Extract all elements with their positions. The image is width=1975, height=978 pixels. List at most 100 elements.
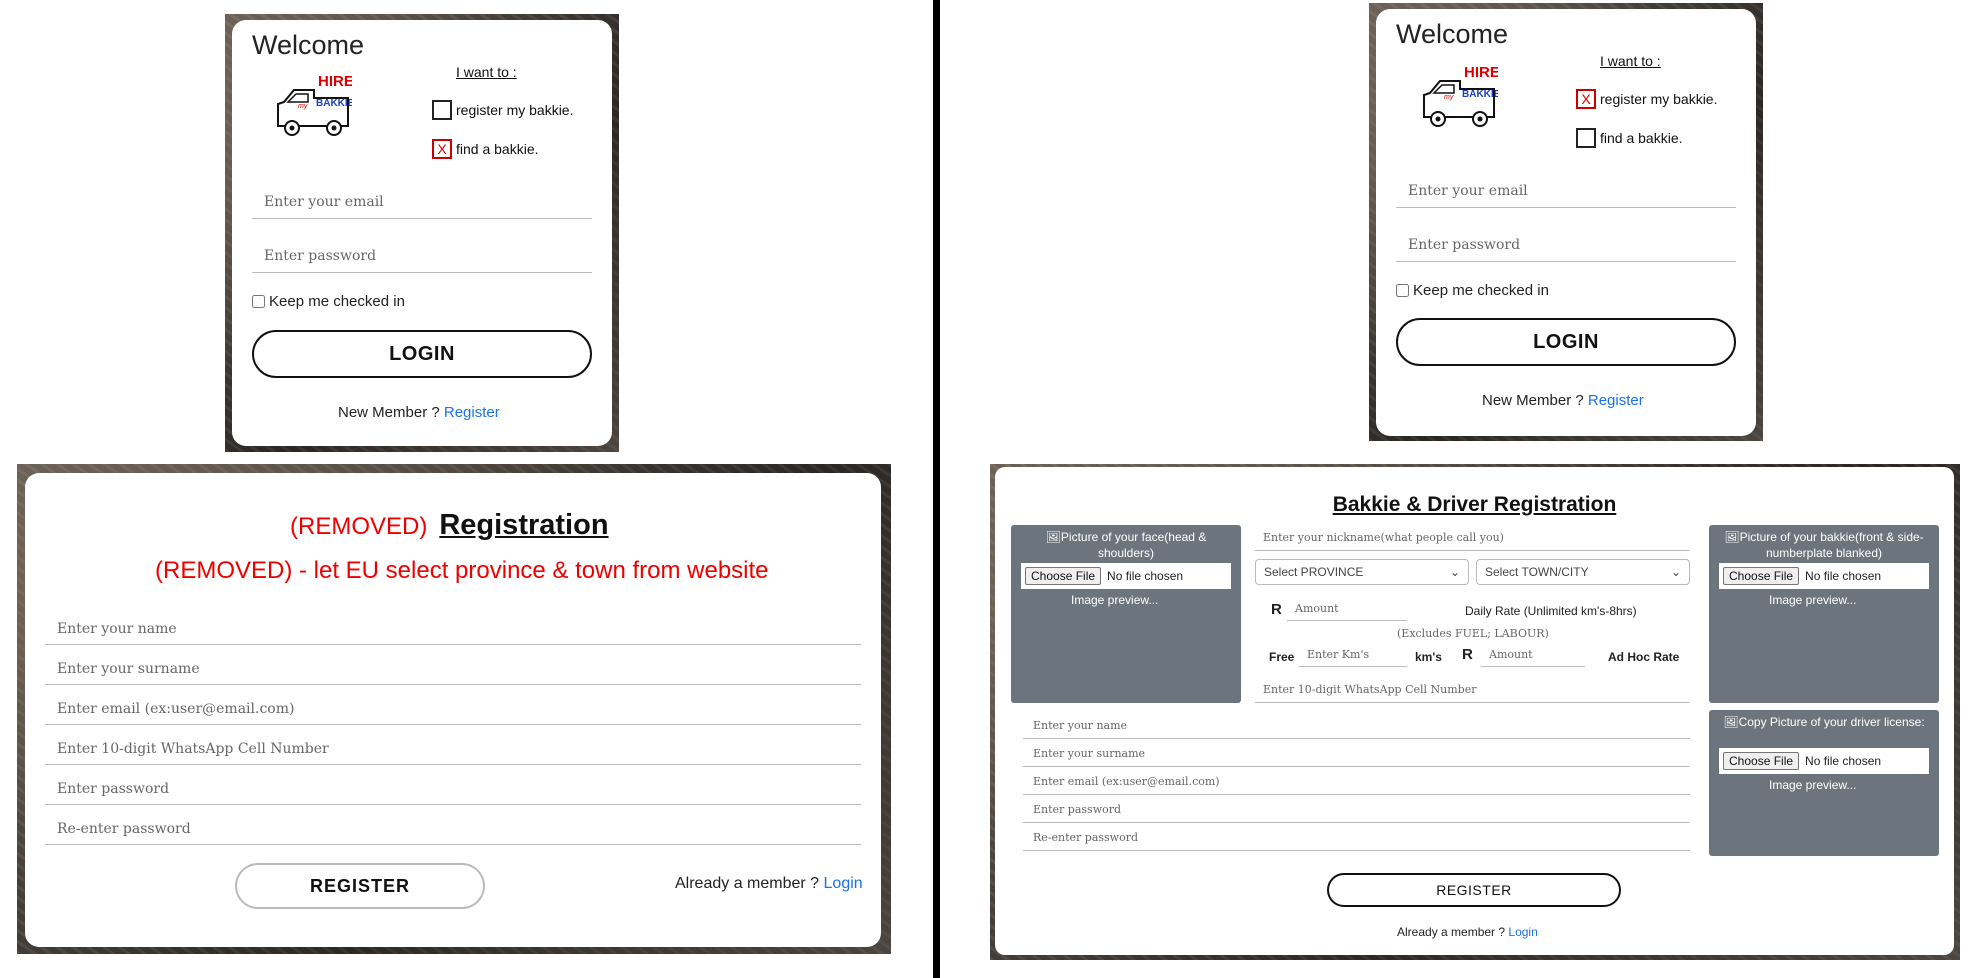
surname-input[interactable] — [45, 653, 861, 685]
province-select[interactable]: Select PROVINCE ⌄ — [1255, 559, 1469, 585]
password-input[interactable] — [1023, 797, 1690, 823]
image-icon: 🖼 — [1723, 715, 1739, 729]
no-file-text: No file chosen — [1805, 754, 1882, 768]
face-image-preview: Image preview... — [1071, 593, 1159, 607]
new-member-text: New Member ? Register — [338, 404, 500, 421]
license-image-preview: Image preview... — [1769, 778, 1857, 792]
hire-my-bakkie-logo: HIRE my BAKKIE — [1423, 64, 1498, 127]
registration-card: (REMOVED) Registration (REMOVED) - let E… — [25, 473, 881, 947]
email-input[interactable] — [1023, 769, 1690, 795]
face-picture-panel: 🖼Picture of your face(head & shoulders) … — [1011, 525, 1241, 703]
register-bakkie-checkbox[interactable] — [432, 100, 452, 120]
find-bakkie-checkbox[interactable]: X — [432, 139, 452, 159]
image-icon: 🖼 — [1724, 530, 1740, 544]
email-input[interactable] — [252, 185, 592, 219]
free-km-input[interactable] — [1299, 643, 1407, 667]
daily-amount-input[interactable] — [1287, 597, 1407, 621]
login-link[interactable]: Login — [1508, 925, 1537, 939]
email-input[interactable] — [1396, 174, 1736, 208]
register-link[interactable]: Register — [444, 404, 500, 421]
i-want-to-label: I want to : — [456, 64, 517, 80]
choose-file-button[interactable]: Choose File — [1025, 567, 1102, 585]
register-bakkie-checkbox[interactable]: X — [1576, 89, 1596, 109]
bakkie-picture-label: 🖼Picture of your bakkie(front & side-num… — [1724, 530, 1924, 560]
chevron-down-icon: ⌄ — [1670, 565, 1681, 579]
province-select-value: Select PROVINCE — [1264, 565, 1364, 579]
registration-heading-row: (REMOVED) Registration — [290, 509, 609, 542]
keep-checked-label: Keep me checked in — [1413, 282, 1549, 299]
reenter-password-input[interactable] — [1023, 825, 1690, 851]
town-select-value: Select TOWN/CITY — [1485, 565, 1589, 579]
reenter-password-input[interactable] — [45, 813, 861, 845]
bakkie-picture-panel: 🖼Picture of your bakkie(front & side-num… — [1709, 525, 1939, 703]
find-bakkie-label: find a bakkie. — [1600, 130, 1683, 146]
rand-symbol: R — [1462, 646, 1473, 663]
password-input[interactable] — [45, 773, 861, 805]
option-find-bakkie: X find a bakkie. — [432, 139, 539, 159]
name-input[interactable] — [45, 613, 861, 645]
whatsapp-input[interactable] — [1255, 677, 1690, 703]
no-file-text: No file chosen — [1805, 569, 1882, 583]
name-input[interactable] — [1023, 713, 1690, 739]
hire-my-bakkie-logo: HIRE my BAKKIE — [277, 73, 352, 136]
already-member-text: Already a member ? Login — [675, 875, 863, 893]
email-input[interactable] — [45, 693, 861, 725]
surname-input[interactable] — [1023, 741, 1690, 767]
login-card: Welcome HIRE my BAKKIE I want to : regis… — [232, 20, 612, 446]
bakkie-registration-title: Bakkie & Driver Registration — [1332, 493, 1617, 516]
free-label: Free — [1269, 650, 1295, 664]
login-button[interactable]: LOGIN — [1396, 318, 1736, 366]
keep-checked-checkbox[interactable] — [1396, 284, 1409, 297]
logo-hire-text: HIRE — [318, 73, 352, 90]
choose-file-button[interactable]: Choose File — [1723, 752, 1800, 770]
license-picture-panel: 🖼Copy Picture of your driver license: Ch… — [1709, 710, 1939, 856]
keep-checked-label: Keep me checked in — [269, 293, 405, 310]
login-link[interactable]: Login — [824, 875, 863, 892]
register-button[interactable]: REGISTER — [1327, 873, 1621, 907]
register-bakkie-label: register my bakkie. — [1600, 91, 1718, 107]
whatsapp-input[interactable] — [45, 733, 861, 765]
logo-bakkie-text: BAKKIE — [1462, 89, 1498, 100]
logo-my-text: my — [1444, 94, 1454, 101]
face-file-input[interactable]: Choose File No file chosen — [1021, 563, 1231, 589]
face-picture-label: 🖼Picture of your face(head & shoulders) — [1045, 530, 1207, 560]
removed-note: (REMOVED) - let EU select province & tow… — [155, 557, 769, 584]
logo-my-text: my — [298, 103, 308, 110]
registration-title: Registration — [439, 509, 609, 541]
adhoc-rate-label: Ad Hoc Rate — [1608, 650, 1680, 664]
welcome-heading: Welcome — [1396, 19, 1509, 49]
license-file-input[interactable]: Choose File No file chosen — [1719, 748, 1929, 774]
register-bakkie-label: register my bakkie. — [456, 102, 574, 118]
already-member-label: Already a member ? — [1397, 925, 1506, 939]
option-find-bakkie: find a bakkie. — [1576, 128, 1683, 148]
welcome-heading: Welcome — [252, 30, 365, 60]
password-input[interactable] — [252, 239, 592, 273]
logo-bakkie-text: BAKKIE — [316, 98, 352, 109]
keep-checked-checkbox[interactable] — [252, 295, 265, 308]
keep-checked-in[interactable]: Keep me checked in — [252, 293, 405, 310]
bakkie-image-preview: Image preview... — [1769, 593, 1857, 607]
login-button[interactable]: LOGIN — [252, 330, 592, 378]
town-select[interactable]: Select TOWN/CITY ⌄ — [1476, 559, 1690, 585]
choose-file-button[interactable]: Choose File — [1723, 567, 1800, 585]
i-want-to-label: I want to : — [1600, 53, 1661, 69]
logo-hire-text: HIRE — [1464, 64, 1498, 81]
new-member-label: New Member ? — [338, 404, 440, 421]
find-bakkie-checkbox[interactable] — [1576, 128, 1596, 148]
nickname-input[interactable] — [1255, 525, 1690, 551]
rand-symbol: R — [1271, 601, 1282, 618]
chevron-down-icon: ⌄ — [1449, 565, 1460, 579]
register-button[interactable]: REGISTER — [235, 863, 485, 909]
register-link[interactable]: Register — [1588, 392, 1644, 409]
license-picture-label: 🖼Copy Picture of your driver license: — [1723, 715, 1925, 729]
already-member-label: Already a member ? — [675, 875, 820, 892]
bakkie-file-input[interactable]: Choose File No file chosen — [1719, 563, 1929, 589]
adhoc-amount-input[interactable] — [1481, 643, 1585, 667]
excludes-note: (Excludes FUEL; LABOUR) — [1397, 627, 1549, 640]
password-input[interactable] — [1396, 228, 1736, 262]
new-member-label: New Member ? — [1482, 392, 1584, 409]
no-file-text: No file chosen — [1107, 569, 1184, 583]
registration-card-right: Bakkie & Driver Registration 🖼Picture of… — [995, 467, 1954, 955]
keep-checked-in[interactable]: Keep me checked in — [1396, 282, 1549, 299]
login-card-right: Welcome HIRE my BAKKIE I want to : X reg… — [1376, 9, 1756, 436]
